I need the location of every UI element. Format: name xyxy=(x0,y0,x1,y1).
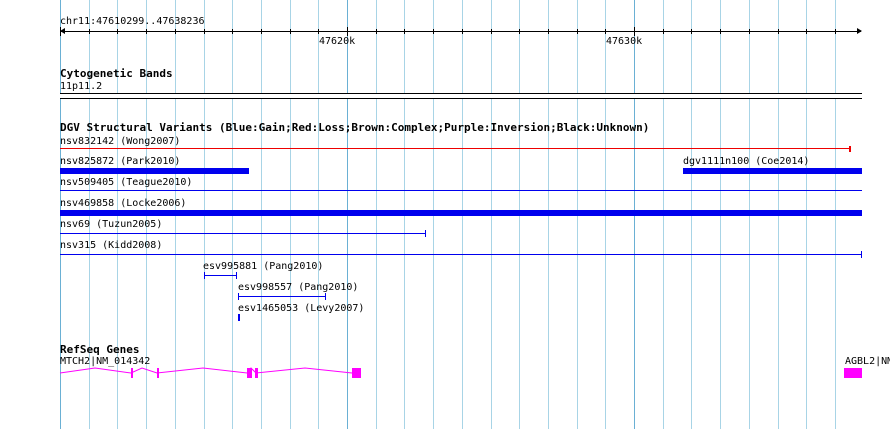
variant-bar-nsv69[interactable] xyxy=(60,233,426,234)
ruler-tick xyxy=(691,29,692,34)
ruler-tick xyxy=(634,27,635,36)
ruler-tick xyxy=(60,27,61,36)
refseq-track-title: RefSeq Genes xyxy=(60,343,140,356)
variant-label-nsv509405[interactable]: nsv509405 (Teague2010) xyxy=(60,177,192,188)
ruler-tick xyxy=(605,29,606,34)
ruler-tick xyxy=(519,29,520,34)
variant-bar-nsv469858[interactable] xyxy=(60,210,862,216)
ruler-tick xyxy=(806,29,807,34)
ruler-tick xyxy=(749,29,750,34)
ruler-tick xyxy=(290,29,291,34)
variant-end-nsv69 xyxy=(425,230,426,237)
ruler-tick xyxy=(204,29,205,34)
gene-exon-4 xyxy=(255,368,258,378)
variant-bar-nsv509405[interactable] xyxy=(60,190,862,191)
variant-bar-esv995881[interactable] xyxy=(204,275,237,276)
variant-label-nsv825872[interactable]: nsv825872 (Park2010) xyxy=(60,156,180,167)
cytoband-bar[interactable] xyxy=(60,93,862,99)
ruler-tick xyxy=(175,29,176,34)
ruler-tick-label-47620k: 47620k xyxy=(319,36,356,47)
ruler-tick xyxy=(835,29,836,34)
dgv-track-title: DGV Structural Variants (Blue:Gain;Red:L… xyxy=(60,121,650,134)
cytoband-label: 11p11.2 xyxy=(60,81,103,92)
ruler-tick xyxy=(117,29,118,34)
gene-exon-1 xyxy=(131,368,133,378)
variant-bar-dgv1111n100[interactable] xyxy=(683,168,862,174)
gene-label-agbl2[interactable]: AGBL2|NM xyxy=(845,356,890,367)
cytoband-track-title: Cytogenetic Bands xyxy=(60,67,173,80)
gene-exon-3 xyxy=(247,368,252,378)
ruler-tick xyxy=(261,29,262,34)
ruler-axis xyxy=(61,31,861,32)
ruler-tick xyxy=(462,29,463,34)
variant-end-esv998557 xyxy=(325,293,326,300)
region-label: chr11:47610299..47638236 xyxy=(60,16,205,27)
variant-label-nsv469858[interactable]: nsv469858 (Locke2006) xyxy=(60,198,186,209)
ruler-tick xyxy=(89,29,90,34)
variant-bar-nsv832142[interactable] xyxy=(60,148,850,149)
gene-exon-2 xyxy=(157,368,159,378)
variant-label-esv998557[interactable]: esv998557 (Pang2010) xyxy=(238,282,358,293)
ruler-tick xyxy=(404,29,405,34)
variant-label-nsv315[interactable]: nsv315 (Kidd2008) xyxy=(60,240,162,251)
ruler-tick xyxy=(232,29,233,34)
ruler-right-arrow-icon[interactable] xyxy=(857,28,862,34)
variant-end-nsv832142 xyxy=(849,146,851,152)
variant-bar-nsv825872[interactable] xyxy=(60,168,249,174)
ruler-tick xyxy=(433,29,434,34)
genome-browser-view[interactable]: chr11:47610299..47638236 47620k 47630k C… xyxy=(0,0,890,429)
ruler-tick xyxy=(491,29,492,34)
variant-label-esv1465053[interactable]: esv1465053 (Levy2007) xyxy=(238,303,364,314)
ruler-tick xyxy=(663,29,664,34)
ruler-tick xyxy=(577,29,578,34)
variant-end-nsv315 xyxy=(861,251,862,258)
variant-start-esv998557 xyxy=(238,293,239,300)
gene-label-mtch2[interactable]: MTCH2|NM_014342 xyxy=(60,356,150,367)
gene-exon-5 xyxy=(352,368,361,378)
ruler-tick xyxy=(347,27,348,36)
ruler-tick xyxy=(376,29,377,34)
variant-label-esv995881[interactable]: esv995881 (Pang2010) xyxy=(203,261,323,272)
variant-label-dgv1111n100[interactable]: dgv1111n100 (Coe2014) xyxy=(683,156,809,167)
ruler-tick xyxy=(548,29,549,34)
gene-intron-line-mtch2 xyxy=(59,367,353,374)
gene-model-agbl2[interactable] xyxy=(844,368,862,378)
variant-start-esv995881 xyxy=(204,272,205,279)
ruler-tick-label-47630k: 47630k xyxy=(606,36,643,47)
variant-label-nsv832142[interactable]: nsv832142 (Wong2007) xyxy=(60,136,180,147)
variant-bar-nsv315[interactable] xyxy=(60,254,862,255)
ruler-tick xyxy=(146,29,147,34)
variant-bar-esv998557[interactable] xyxy=(238,296,326,297)
variant-end-esv995881 xyxy=(236,272,237,279)
ruler-tick xyxy=(720,29,721,34)
variant-bar-esv1465053[interactable] xyxy=(238,314,240,321)
ruler-tick xyxy=(778,29,779,34)
variant-label-nsv69[interactable]: nsv69 (Tuzun2005) xyxy=(60,219,162,230)
ruler-tick xyxy=(318,29,319,34)
